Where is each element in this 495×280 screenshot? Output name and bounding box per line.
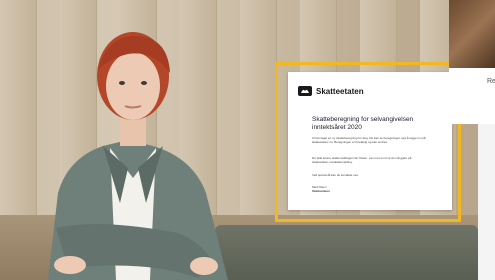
letter-title: Skatteberegning for selvangivelsen innte… — [312, 116, 442, 132]
related-thumbnail[interactable] — [449, 0, 495, 68]
letter-signature: Med hilsen Skatteetaten — [312, 185, 330, 193]
letter-title-line: inntektsåret 2020 — [312, 124, 362, 131]
letter-paragraph: Vi har laget en ny skatteberegning for d… — [312, 136, 426, 145]
letter-title-line: Skatteberegning for selvangivelsen — [312, 116, 414, 123]
signature-sender: Skatteetaten — [312, 189, 330, 194]
skatteetaten-logo-icon — [298, 86, 312, 96]
person-illustration — [48, 32, 228, 280]
brand-logo: Skatteetaten — [298, 82, 364, 100]
sofa — [215, 225, 478, 280]
tax-letter-card: Skatteetaten Skatteberegning for selvang… — [288, 72, 452, 210]
letter-paragraph: Ved spørsmål kan du kontakte oss. — [312, 173, 359, 177]
related-card-text: Re — [487, 78, 495, 85]
wall-panel — [240, 0, 277, 215]
brand-name: Skatteetaten — [316, 86, 364, 96]
related-card[interactable]: Re — [449, 68, 495, 124]
letter-paragraph: Du skal levere skattemeldingen før frist… — [312, 156, 412, 165]
right-margin — [478, 124, 495, 280]
